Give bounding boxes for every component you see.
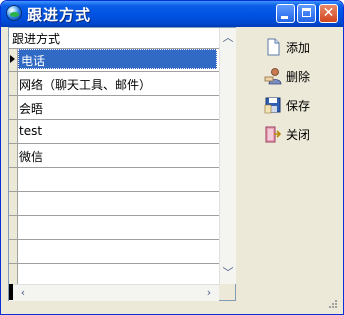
delete-user-icon	[264, 68, 282, 85]
scroll-left-arrow-icon[interactable]: ‹	[15, 285, 31, 301]
scrollbar-corner	[219, 284, 235, 300]
row-cell[interactable]: 网络（聊天工具、邮件）	[19, 76, 151, 93]
save-button-label: 保存	[286, 99, 311, 113]
minimize-icon	[281, 16, 288, 19]
grid-left-edge-marker	[9, 284, 13, 300]
save-disk-icon	[264, 97, 281, 114]
table-row[interactable]: 电话	[9, 48, 219, 72]
add-button-label: 添加	[286, 41, 311, 55]
current-row-pointer-icon	[10, 55, 15, 63]
maximize-icon	[302, 8, 311, 17]
scroll-down-arrow-icon[interactable]: ﹀	[220, 265, 236, 281]
table-row[interactable]: 网络（聊天工具、邮件）	[9, 72, 219, 96]
close-button[interactable]: 关闭	[260, 123, 330, 145]
table-row[interactable]: test	[9, 120, 219, 144]
delete-button[interactable]: 删除	[260, 65, 330, 87]
table-row[interactable]: 微信	[9, 144, 219, 168]
delete-button-label: 删除	[286, 70, 311, 84]
table-row[interactable]	[9, 216, 219, 240]
client-area: 跟进方式 电话 网络（聊天工具、邮件） 会晤 test 微信 ︿ ﹀ ‹ › 添…	[4, 27, 340, 311]
column-header-label: 跟进方式	[12, 32, 61, 46]
minimize-button[interactable]	[276, 4, 295, 23]
row-cell[interactable]: test	[19, 124, 42, 138]
save-button[interactable]: 保存	[260, 94, 330, 116]
close-window-button[interactable]: ✕	[319, 4, 338, 23]
grid-body: 跟进方式 电话 网络（聊天工具、邮件） 会晤 test 微信	[9, 28, 219, 284]
resize-grip-icon[interactable]	[328, 299, 338, 309]
scroll-right-arrow-icon[interactable]: ›	[201, 285, 217, 301]
table-row[interactable]: 会晤	[9, 96, 219, 120]
add-button[interactable]: 添加	[260, 36, 330, 58]
globe-icon	[6, 5, 22, 21]
follow-up-grid[interactable]: 跟进方式 电话 网络（聊天工具、邮件） 会晤 test 微信 ︿ ﹀ ‹ ›	[8, 27, 236, 301]
close-icon: ✕	[322, 5, 335, 21]
table-row[interactable]	[9, 240, 219, 264]
table-row[interactable]	[9, 168, 219, 192]
table-row[interactable]	[9, 192, 219, 216]
close-button-label: 关闭	[286, 128, 311, 142]
selected-cell-highlight	[18, 49, 217, 69]
table-row[interactable]	[9, 264, 219, 284]
title-bar[interactable]: 跟进方式 ✕	[1, 1, 343, 27]
row-cell[interactable]: 会晤	[19, 100, 43, 117]
follow-up-method-window: 跟进方式 ✕ 跟进方式 电话 网络（聊天工具、邮件） 会晤 test 微信 ︿ …	[0, 0, 344, 315]
grid-header[interactable]: 跟进方式	[9, 28, 219, 49]
maximize-button[interactable]	[297, 4, 316, 23]
row-cell[interactable]: 电话	[21, 52, 45, 69]
scroll-up-arrow-icon[interactable]: ︿	[220, 30, 236, 46]
exit-door-icon	[265, 126, 282, 143]
window-title: 跟进方式	[27, 6, 92, 24]
vertical-scrollbar[interactable]: ︿ ﹀	[219, 28, 236, 284]
horizontal-scrollbar[interactable]: ‹ ›	[9, 284, 219, 301]
new-document-icon	[267, 38, 280, 56]
row-cell[interactable]: 微信	[19, 148, 43, 165]
